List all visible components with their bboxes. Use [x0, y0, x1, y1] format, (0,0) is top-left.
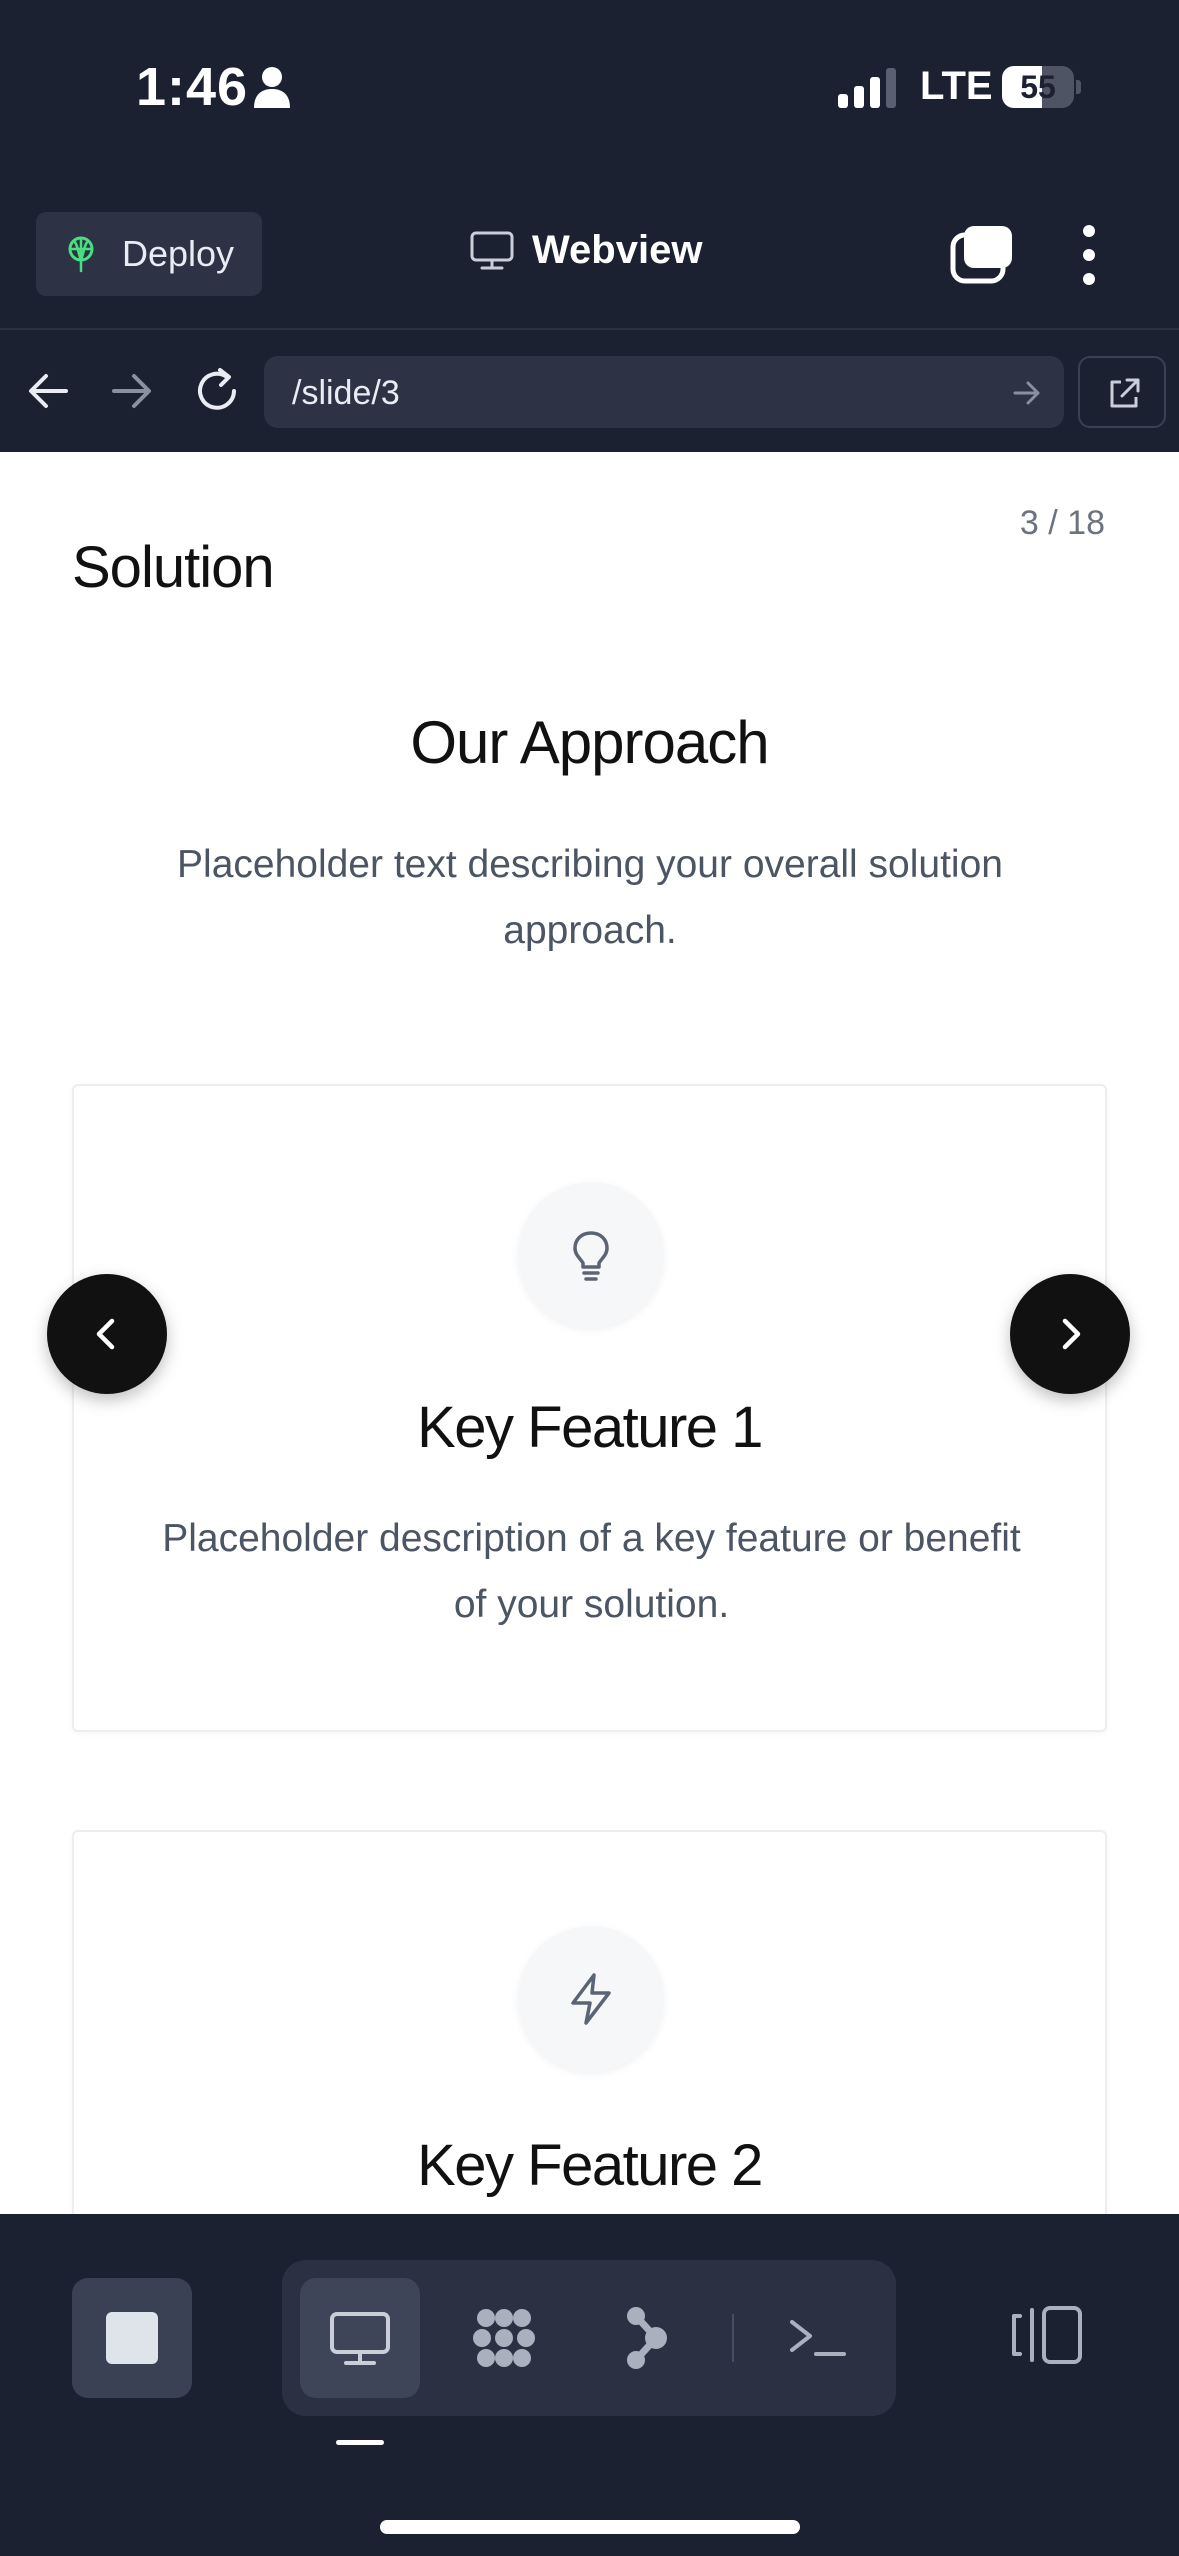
- battery-indicator: 55: [1002, 66, 1082, 108]
- terminal-view-button[interactable]: [758, 2278, 878, 2398]
- deploy-icon: [68, 236, 94, 273]
- status-bar: 1:46 LTE 55: [0, 0, 1179, 180]
- stop-icon: [106, 2312, 158, 2364]
- webview-label: Webview: [532, 228, 703, 272]
- split-view-icon[interactable]: [1010, 2302, 1084, 2368]
- view-switcher: [282, 2260, 896, 2416]
- lightning-icon: [518, 1926, 664, 2072]
- back-arrow-icon[interactable]: [26, 368, 72, 414]
- webview-content: 3 / 18 Solution Our Approach Placeholder…: [0, 452, 1179, 2214]
- external-link-icon: [1110, 378, 1140, 408]
- status-time: 1:46: [136, 57, 249, 117]
- lightbulb-icon: [518, 1182, 664, 1328]
- go-arrow-icon[interactable]: [1012, 378, 1042, 408]
- carousel-prev-button[interactable]: [47, 1274, 167, 1394]
- active-view-indicator: [336, 2440, 384, 2445]
- signal-icon: [838, 68, 896, 108]
- reload-icon[interactable]: [192, 366, 242, 416]
- node-graph-icon: [627, 2307, 667, 2369]
- app-toolbar: Deploy Webview: [0, 180, 1179, 330]
- slide-counter: 3 / 18: [1019, 504, 1105, 542]
- webview-view-button[interactable]: [300, 2278, 420, 2398]
- feature-description: Placeholder description of a key feature…: [162, 1517, 1021, 1626]
- more-icon[interactable]: [1072, 224, 1106, 286]
- url-bar: /slide/3: [0, 332, 1179, 452]
- carousel-next-button[interactable]: [1010, 1274, 1130, 1394]
- feature-card: Key Feature 1 Placeholder description of…: [72, 1084, 1107, 1732]
- divider: [732, 2314, 734, 2362]
- slide-section-title: Solution: [72, 535, 275, 600]
- open-external-button[interactable]: [1078, 356, 1166, 428]
- terminal-icon: [790, 2320, 846, 2356]
- battery-level: 55: [1020, 69, 1056, 105]
- tabs-icon[interactable]: [950, 224, 1014, 284]
- dots-grid-icon: [473, 2309, 535, 2367]
- stop-button[interactable]: [72, 2278, 192, 2398]
- home-indicator: [380, 2520, 800, 2534]
- network-type: LTE: [920, 64, 993, 108]
- bottom-bar: [0, 2214, 1179, 2556]
- feature-card: Key Feature 2: [72, 1830, 1107, 2214]
- feature-title: Key Feature 1: [417, 1395, 763, 1460]
- person-icon: [254, 67, 290, 108]
- slide-heading: Our Approach: [410, 709, 769, 776]
- deploy-button[interactable]: Deploy: [36, 212, 262, 296]
- graph-view-button[interactable]: [588, 2278, 708, 2398]
- grid-view-button[interactable]: [444, 2278, 564, 2398]
- chevron-left-icon: [96, 1318, 115, 1350]
- feature-title: Key Feature 2: [417, 2133, 763, 2198]
- deploy-label: Deploy: [122, 233, 235, 274]
- chevron-right-icon: [1062, 1318, 1081, 1350]
- url-input[interactable]: /slide/3: [264, 356, 1064, 428]
- url-text: /slide/3: [292, 374, 400, 412]
- forward-arrow-icon[interactable]: [108, 368, 154, 414]
- monitor-icon: [330, 2312, 390, 2365]
- slide-subtitle: Placeholder text describing your overall…: [177, 843, 1003, 952]
- monitor-icon: [470, 231, 514, 269]
- webview-title: Webview: [470, 228, 702, 273]
